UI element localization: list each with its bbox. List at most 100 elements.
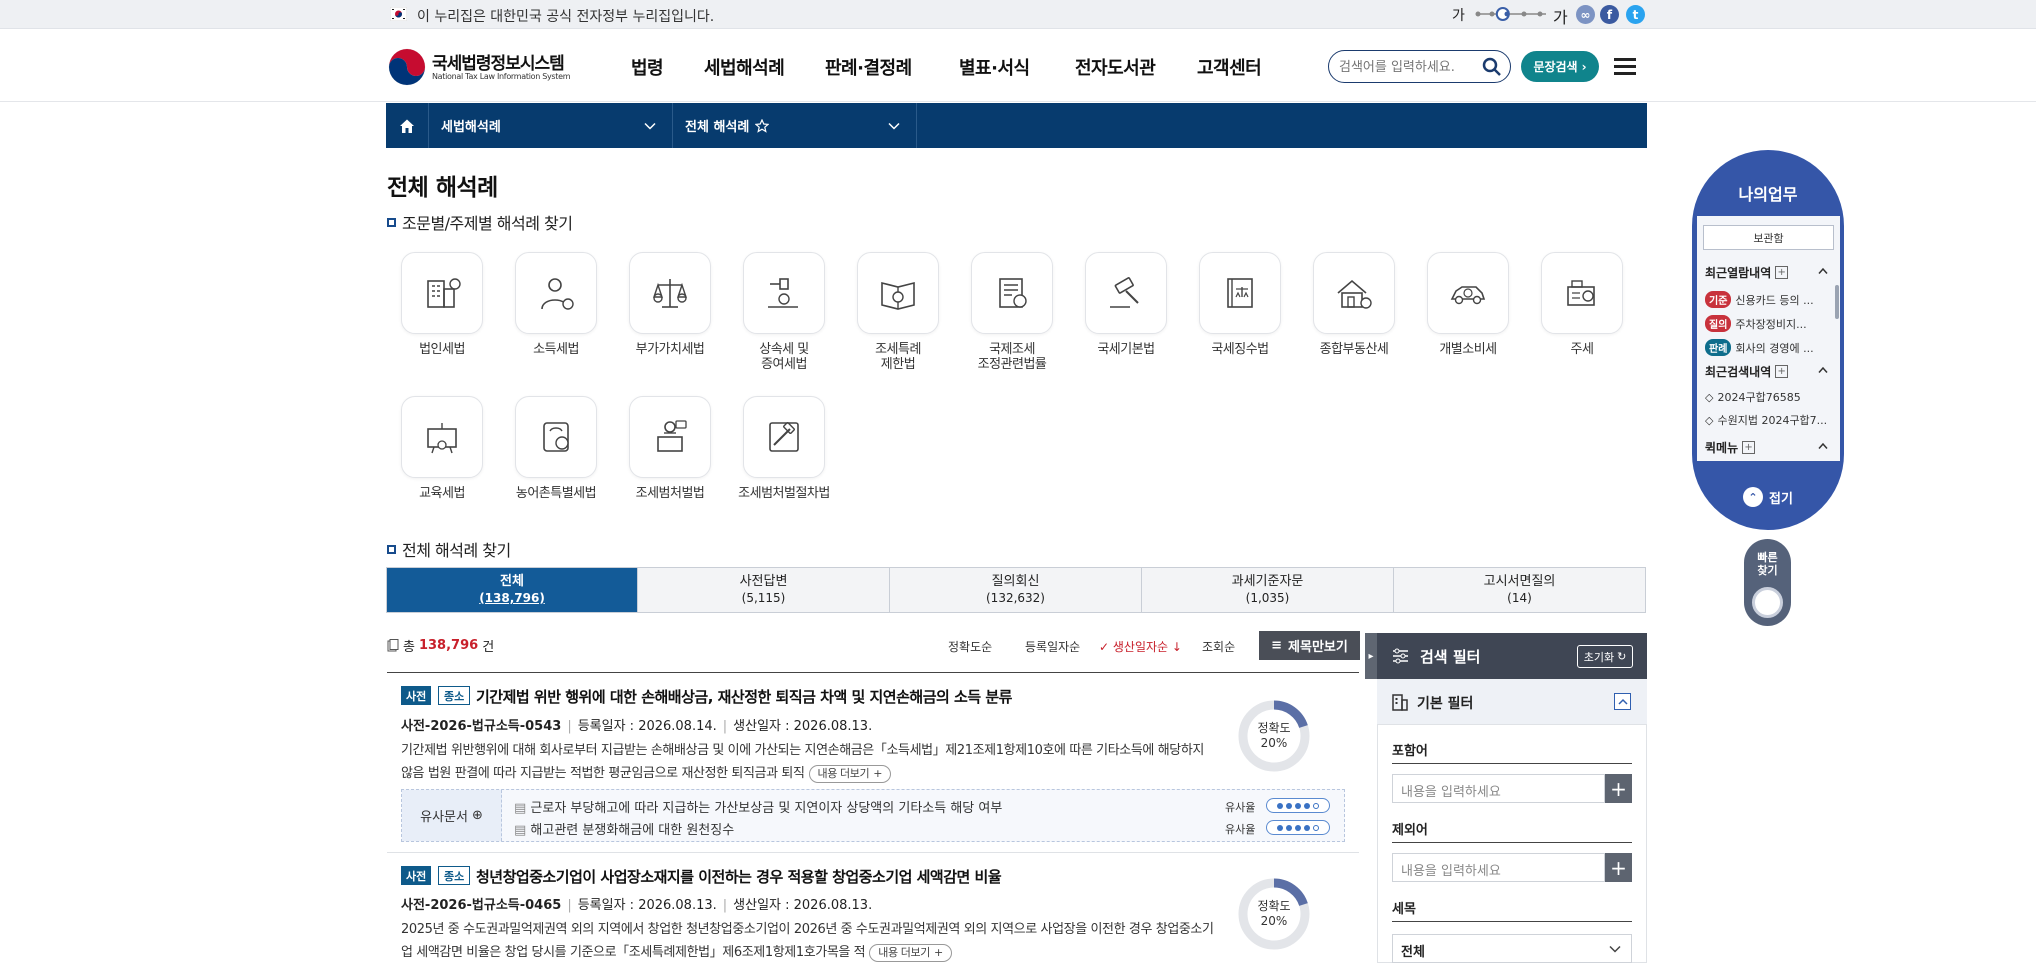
lnb-menu-1[interactable]: 세법해석례	[429, 103, 673, 148]
exclude-input[interactable]: 내용을 입력하세요	[1392, 853, 1605, 882]
document-icon: ▤	[514, 801, 531, 816]
total-count: 총 138,796 건	[387, 636, 494, 655]
similar-doc-link[interactable]: ▤ 근로자 부당해고에 따라 지급하는 가산보상금 및 지연이자 상당액의 기타…	[514, 797, 1002, 816]
search-input[interactable]	[1339, 57, 1479, 77]
category-label: 교육세법	[419, 486, 465, 501]
recent-view-tag: 질의	[1705, 315, 1732, 332]
nav-e-library[interactable]: 전자도서관	[1075, 54, 1156, 80]
filter-reset-button[interactable]: 초기화 ↻	[1577, 645, 1633, 668]
logo-title[interactable]: 국세법령정보시스템	[432, 49, 565, 74]
chevron-down-icon	[888, 122, 900, 130]
quick-find-toggle[interactable]	[1752, 587, 1783, 618]
sort-production-date[interactable]: ✓ 생산일자순 ↓	[1099, 638, 1182, 655]
similar-doc-link[interactable]: ▤ 해고관련 분쟁화해금에 대한 원천징수	[514, 819, 734, 838]
tax-collection-icon	[1199, 252, 1281, 334]
title-only-button[interactable]: ≡ 제목만보기	[1259, 631, 1360, 660]
category-tax-crime-procedure[interactable]: 조세범처벌절차법	[728, 396, 840, 501]
chevron-up-icon[interactable]	[1614, 693, 1631, 710]
category-income-tax[interactable]: 소득세법	[500, 252, 612, 357]
chevron-up-icon[interactable]	[1818, 267, 1828, 275]
recent-search-item[interactable]: ◇ 수원지법 2024구합7...	[1705, 412, 1827, 428]
category-basic-tax-law[interactable]: 국세기본법	[1070, 252, 1182, 357]
nav-customer-center[interactable]: 고객센터	[1197, 54, 1262, 80]
category-liquor-tax[interactable]: 주세	[1526, 252, 1638, 357]
plus-icon: ⊕	[471, 808, 483, 823]
plus-icon[interactable]: +	[1775, 365, 1789, 378]
nav-tax-interpretation[interactable]: 세법해석례	[704, 54, 785, 80]
tax-item-select[interactable]: 전체	[1392, 934, 1632, 963]
category-special-tax-treatment[interactable]: 조세특례 제한법	[842, 252, 954, 372]
tax-crime-punishment-icon	[629, 396, 711, 478]
category-individual-consumption-tax[interactable]: 개별소비세	[1412, 252, 1524, 357]
my-work-scrollbar[interactable]	[1835, 285, 1839, 319]
logo-subtitle: National Tax Law Information System	[432, 72, 571, 81]
menu-icon[interactable]	[1614, 58, 1636, 75]
recent-view-item[interactable]: 기준 신용카드 등의 ...	[1705, 291, 1814, 308]
recent-search-item[interactable]: ◇ 2024구합76585	[1705, 389, 1801, 405]
corporate-tax-icon	[401, 252, 483, 334]
plus-icon[interactable]: +	[1775, 266, 1789, 279]
korea-flag-icon	[390, 7, 407, 21]
font-size-small-label[interactable]: 가	[1452, 5, 1465, 25]
recent-view-text: 신용카드 등의 ...	[1735, 293, 1814, 307]
tab-taxation-advice[interactable]: 과세기준자문 (1,035)	[1142, 568, 1394, 612]
facebook-icon[interactable]: f	[1600, 5, 1619, 24]
category-international-tax[interactable]: 국제조세 조정관련법률	[956, 252, 1068, 372]
nav-law[interactable]: 법령	[631, 54, 664, 80]
category-label: 부가가치세법	[635, 342, 705, 357]
category-education-tax[interactable]: 교육세법	[386, 396, 498, 501]
site-logo-icon[interactable]	[387, 47, 427, 87]
sort-accuracy[interactable]: 정확도순	[948, 638, 992, 655]
doc-title-link[interactable]: 청년창업중소기업이 사업장소재지를 이전하는 경우 적용할 창업중소기업 세액감…	[476, 866, 1002, 887]
similar-docs-panel: 유사문서 ⊕ ▤ 근로자 부당해고에 따라 지급하는 가산보상금 및 지연이자 상…	[401, 789, 1345, 842]
exclude-label: 제외어	[1392, 823, 1428, 838]
chevron-up-icon[interactable]	[1818, 366, 1828, 374]
gov-notice: 이 누리집은 대한민국 공식 전자정부 누리집입니다.	[417, 9, 715, 25]
archive-button[interactable]: 보관함	[1703, 225, 1834, 250]
category-comprehensive-real-estate-tax[interactable]: 종합부동산세	[1298, 252, 1410, 357]
category-tax-collection[interactable]: 국세징수법	[1184, 252, 1296, 357]
category-vat[interactable]: 부가가치세법	[614, 252, 726, 357]
font-size-large-label[interactable]: 가	[1553, 4, 1568, 28]
twitter-icon[interactable]: t	[1626, 5, 1645, 24]
fold-button[interactable]: ⌃ 접기	[1692, 487, 1844, 507]
recent-view-item[interactable]: 질의 주차장정비지...	[1705, 315, 1807, 332]
quick-find-label: 빠른 찾기	[1757, 551, 1778, 577]
link-share-icon[interactable]: ∞	[1576, 5, 1595, 24]
recent-view-item[interactable]: 판례 회사의 경영에 ...	[1705, 339, 1814, 356]
category-tax-crime-punishment[interactable]: 조세범처벌법	[614, 396, 726, 501]
exclude-underline	[1392, 842, 1632, 843]
more-content-button[interactable]: 내용 더보기 +	[869, 943, 952, 962]
chevron-down-icon	[644, 122, 656, 130]
font-size-slider[interactable]	[1474, 6, 1548, 22]
sort-registration-date[interactable]: 등록일자순	[1025, 638, 1080, 655]
lnb-menu-1-label: 세법해석례	[441, 120, 501, 135]
doc-title-link[interactable]: 기간제법 위반 행위에 대한 손해배상금, 재산정한 퇴직금 차액 및 지연손해…	[476, 686, 1012, 707]
filter-collapse-handle[interactable]: ▸	[1365, 633, 1377, 679]
nav-tables-forms[interactable]: 별표·서식	[959, 54, 1030, 80]
tab-advance-ruling[interactable]: 사전답변 (5,115)	[638, 568, 890, 612]
category-label: 국세기본법	[1097, 342, 1155, 357]
similar-docs-toggle[interactable]: 유사문서 ⊕	[402, 790, 502, 841]
category-label: 조세범처벌절차법	[738, 486, 830, 501]
nav-precedents[interactable]: 판례·결정례	[825, 54, 912, 80]
home-button[interactable]	[386, 103, 429, 148]
more-content-button[interactable]: 내용 더보기 +	[808, 764, 892, 783]
plus-icon[interactable]: +	[1742, 441, 1756, 454]
international-tax-icon	[971, 252, 1053, 334]
include-add-button[interactable]: +	[1605, 774, 1632, 803]
category-rural-special-tax[interactable]: 농어촌특별세법	[500, 396, 612, 501]
include-input[interactable]: 내용을 입력하세요	[1392, 774, 1605, 803]
lnb-menu-2[interactable]: 전체 해석례	[673, 103, 917, 148]
tab-all[interactable]: 전체 (138,796)	[387, 568, 638, 612]
exclude-add-button[interactable]: +	[1605, 853, 1632, 882]
sentence-search-button[interactable]: 문장검색 ›	[1521, 51, 1599, 82]
sort-views[interactable]: 조회순	[1202, 638, 1235, 655]
category-corporate-tax[interactable]: 법인세법	[386, 252, 498, 357]
tab-notice-written[interactable]: 고시서면질의 (14)	[1394, 568, 1645, 612]
star-icon[interactable]	[755, 118, 770, 133]
tab-inquiry-reply[interactable]: 질의회신 (132,632)	[890, 568, 1142, 612]
category-inheritance-gift-tax[interactable]: 상속세 및 증여세법	[728, 252, 840, 372]
search-icon[interactable]	[1482, 57, 1502, 77]
chevron-up-icon[interactable]	[1818, 442, 1828, 450]
